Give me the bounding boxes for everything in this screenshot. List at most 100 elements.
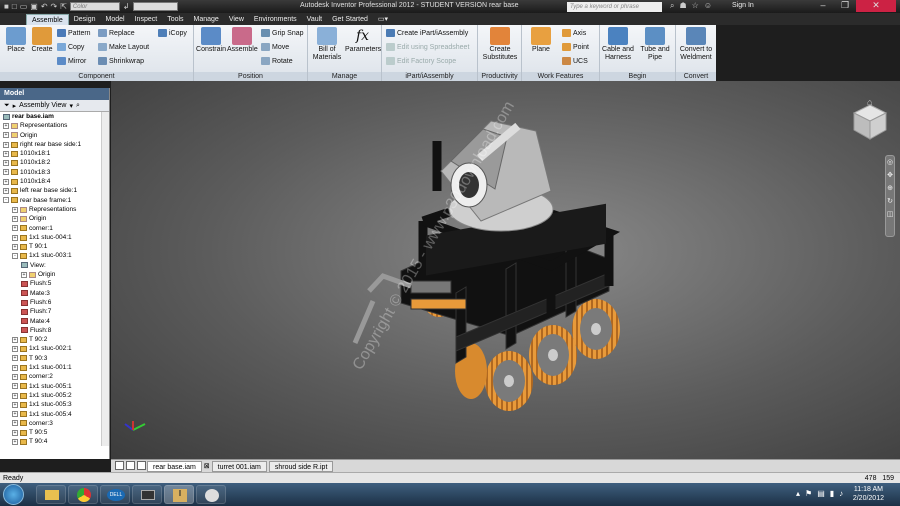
expand-icon[interactable]: +	[12, 346, 18, 353]
collapse-icon[interactable]: -	[3, 197, 9, 204]
flag-icon[interactable]: ⚑	[805, 489, 812, 498]
grip-snap-button[interactable]: Grip Snap	[261, 29, 304, 37]
graphics-viewport[interactable]: Copyright © 2015 - www.p30download.com ⌂	[111, 81, 900, 459]
tree-node[interactable]: + T 90:1	[0, 242, 109, 251]
panel-label-position[interactable]: Position	[194, 72, 307, 81]
expand-icon[interactable]: +	[12, 439, 18, 446]
constrain-button[interactable]: Constrain	[196, 27, 226, 54]
tree-node[interactable]: Flush:8	[0, 326, 109, 335]
select-icon[interactable]: ⇱	[60, 2, 67, 11]
cable-harness-button[interactable]: Cable and Harness	[601, 27, 635, 62]
ucs-button[interactable]: UCS	[562, 57, 588, 65]
panel-label-ipart[interactable]: iPart/iAssembly	[382, 72, 477, 81]
ribbon-tab-design[interactable]: Design	[69, 14, 101, 25]
tree-node[interactable]: Flush:6	[0, 298, 109, 307]
expand-icon[interactable]: +	[3, 188, 9, 195]
tree-node[interactable]: - rear base frame:1	[0, 196, 109, 205]
ribbon-tab-inspect[interactable]: Inspect	[130, 14, 163, 25]
chevron-down-icon[interactable]: ▾	[69, 102, 73, 110]
return-icon[interactable]: ↲	[123, 2, 130, 11]
minimize-button[interactable]: –	[812, 0, 834, 12]
tree-node[interactable]: Mate:4	[0, 317, 109, 326]
tree-node[interactable]: + T 90:5	[0, 428, 109, 437]
monitor-taskbar-icon[interactable]	[132, 485, 162, 504]
panel-label-productivity[interactable]: Productivity	[478, 72, 521, 81]
move-button[interactable]: Move	[261, 43, 289, 51]
chrome-taskbar-icon[interactable]	[68, 485, 98, 504]
design-view-combo[interactable]	[132, 2, 178, 11]
tree-node[interactable]: Mate:3	[0, 289, 109, 298]
tree-node[interactable]: Flush:5	[0, 279, 109, 288]
volume-icon[interactable]: ♪	[839, 489, 843, 498]
tray-arrow-icon[interactable]: ▴	[796, 489, 800, 498]
star-icon[interactable]: ☆	[692, 1, 699, 11]
viewcube[interactable]	[852, 103, 888, 143]
tree-node[interactable]: View:	[0, 261, 109, 270]
ribbon-tab-view[interactable]: View	[224, 14, 249, 25]
expand-icon[interactable]: +	[12, 336, 18, 343]
bill-of-materials-button[interactable]: Bill of Materials	[310, 27, 344, 62]
model-browser-header[interactable]: Model	[0, 88, 109, 100]
sign-in-link[interactable]: Sign In	[732, 2, 754, 9]
network-icon[interactable]: ▤	[817, 489, 825, 498]
expand-icon[interactable]: +	[12, 234, 18, 241]
tree-node[interactable]: + Origin	[0, 131, 109, 140]
tree-node[interactable]: +1x1 stuc-005:3	[0, 400, 109, 409]
tree-node[interactable]: +1x1 stuc-002:1	[0, 344, 109, 353]
tree-node[interactable]: +1x1 stuc-004:1	[0, 233, 109, 242]
convert-weldment-button[interactable]: Convert to Weldment	[677, 27, 715, 62]
tube-pipe-button[interactable]: Tube and Pipe	[638, 27, 672, 62]
redo-icon[interactable]: ↷	[51, 2, 58, 11]
subscription-icon[interactable]: ☗	[679, 1, 686, 11]
tree-node[interactable]: +1010x18:2	[0, 158, 109, 167]
save-icon[interactable]: ▣	[30, 2, 38, 11]
app-menu-icon[interactable]: ■	[4, 2, 9, 11]
expand-icon[interactable]: +	[12, 383, 18, 390]
document-tab[interactable]: turret 001.iam	[211, 460, 267, 472]
expand-icon[interactable]: +	[12, 364, 18, 371]
maximize-button[interactable]: ❐	[834, 0, 856, 12]
tree-node[interactable]: + Representations	[0, 205, 109, 214]
edit-factory-scope-button[interactable]: Edit Factory Scope	[386, 57, 456, 65]
paint-taskbar-icon[interactable]	[196, 485, 226, 504]
expand-icon[interactable]: +	[12, 225, 18, 232]
expand-icon[interactable]: +	[12, 420, 18, 427]
tree-node[interactable]: + right rear base side:1	[0, 140, 109, 149]
collapse-icon[interactable]: -	[12, 253, 18, 260]
expand-icon[interactable]: +	[3, 150, 9, 157]
close-tab-icon[interactable]: ⊠	[204, 462, 210, 470]
expand-icon[interactable]: +	[3, 141, 9, 148]
pan-icon[interactable]: ✥	[886, 169, 894, 182]
tree-node[interactable]: +1010x18:3	[0, 168, 109, 177]
look-at-icon[interactable]: ◫	[886, 208, 894, 221]
expand-icon[interactable]: +	[12, 373, 18, 380]
tree-node[interactable]: +1x1 stuc-005:2	[0, 391, 109, 400]
create-substitutes-button[interactable]: Create Substitutes	[480, 27, 520, 62]
inventor-taskbar-icon[interactable]: I	[164, 485, 194, 504]
point-button[interactable]: Point	[562, 43, 589, 51]
explorer-taskbar-icon[interactable]	[36, 485, 66, 504]
expand-icon[interactable]: +	[12, 411, 18, 418]
orbit-icon[interactable]: ↻	[886, 195, 894, 208]
browser-scrollbar[interactable]	[101, 112, 109, 446]
binoculars-icon[interactable]: ⌕	[670, 1, 674, 11]
expand-icon[interactable]: +	[12, 392, 18, 399]
panel-label-manage[interactable]: Manage	[308, 72, 381, 81]
tree-node[interactable]: +1010x18:1	[0, 149, 109, 158]
replace-button[interactable]: Replace	[98, 29, 135, 37]
robot-assembly-model[interactable]: Copyright © 2015 - www.p30download.com	[111, 81, 900, 459]
panel-label-component[interactable]: Component	[0, 72, 193, 81]
document-tab[interactable]: rear base.iam	[147, 460, 202, 472]
tree-node[interactable]: +1x1 stuc-001:1	[0, 363, 109, 372]
tree-node[interactable]: + Representations	[0, 121, 109, 130]
axis-button[interactable]: Axis	[562, 29, 586, 37]
panel-label-convert[interactable]: Convert	[676, 72, 716, 81]
expand-icon[interactable]: +	[3, 178, 9, 185]
expand-icon[interactable]: +	[3, 132, 9, 139]
plane-button[interactable]: Plane	[524, 27, 558, 54]
assembly-view-dropdown[interactable]: Assembly View	[19, 102, 66, 109]
expand-icon[interactable]: +	[12, 243, 18, 250]
tree-node[interactable]: + left rear base side:1	[0, 186, 109, 195]
find-icon[interactable]: ⌕	[76, 102, 80, 110]
pattern-button[interactable]: Pattern	[57, 29, 91, 37]
